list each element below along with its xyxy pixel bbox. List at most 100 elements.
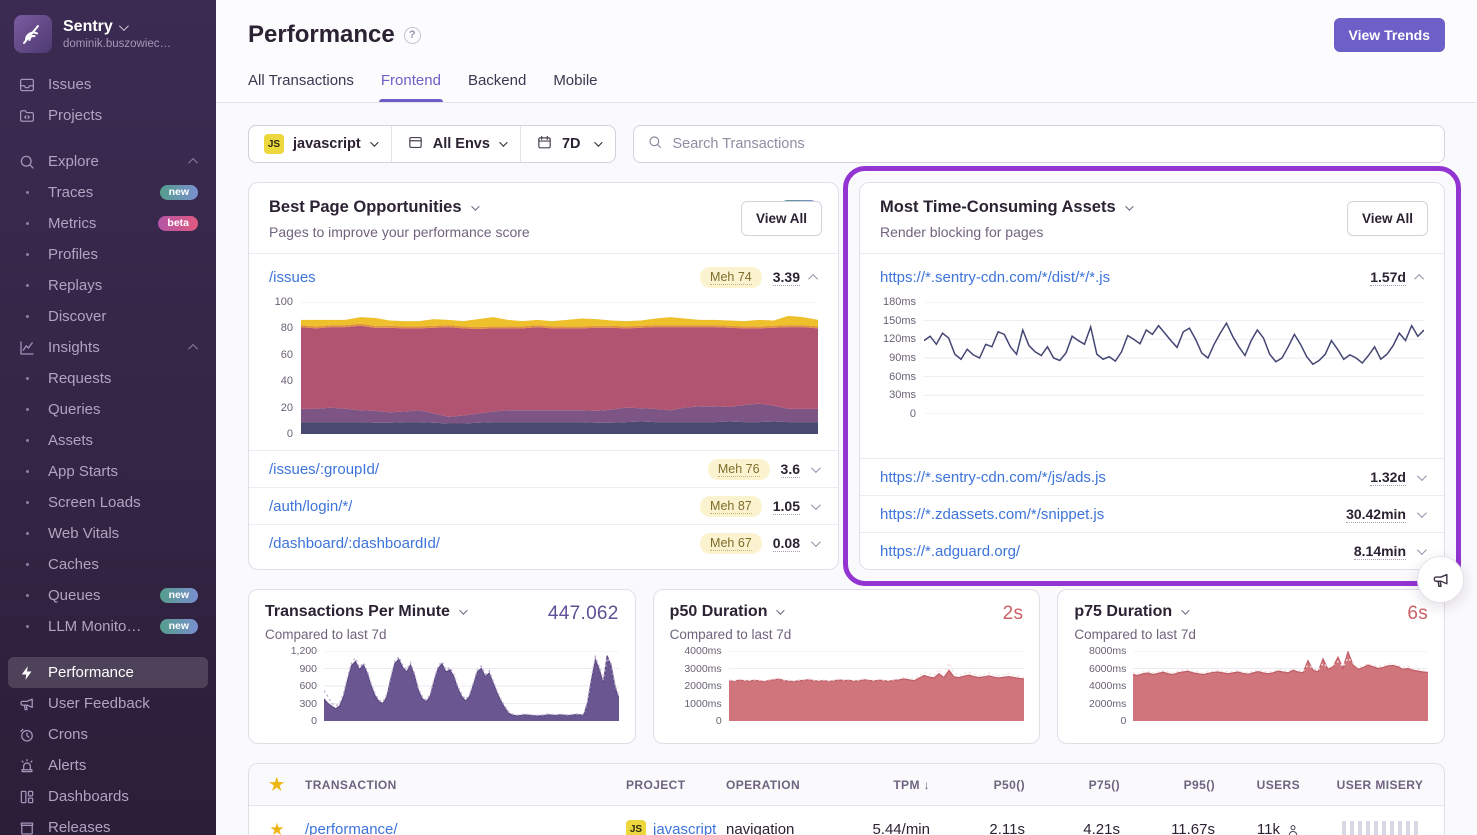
expand-chevron-icon[interactable] [1417,508,1427,518]
transaction-link[interactable]: /performance/ [305,821,626,835]
col-tpm[interactable]: TPM ↓ [846,778,946,792]
sidebar-item-releases[interactable]: Releases [8,812,208,835]
col-p95[interactable]: P95() [1136,778,1231,792]
expand-chevron-icon[interactable] [1417,545,1427,555]
opportunity-value[interactable]: 3.6 [781,461,800,478]
asset-time-value[interactable]: 30.42min [1346,506,1406,523]
sidebar-item-performance[interactable]: Performance [8,657,208,688]
view-all-button[interactable]: View All [741,201,822,236]
transaction-link[interactable]: /dashboard/:dashboardId/ [269,535,440,552]
col-p50[interactable]: P50() [946,778,1041,792]
sidebar-item-assets[interactable]: Assets [8,425,208,456]
sidebar-item-traces[interactable]: Traces new [8,177,208,208]
score-badge[interactable]: Meh 74 [700,267,762,288]
expand-chevron-icon[interactable] [811,537,821,547]
asset-time-value[interactable]: 1.57d [1370,269,1406,286]
sidebar-item-projects[interactable]: Projects [8,100,208,131]
sidebar: Sentry dominik.buszowiec… Issues Project… [0,0,216,835]
panel-title[interactable]: Transactions Per Minute [265,603,450,621]
sidebar-item-metrics[interactable]: Metrics beta [8,208,208,239]
bullet-dot [18,184,36,202]
sidebar-item-user-feedback[interactable]: User Feedback [8,688,208,719]
collapse-chevron-icon[interactable] [808,273,818,283]
collapse-chevron-icon[interactable] [1414,273,1424,283]
opportunity-value[interactable]: 3.39 [773,269,800,286]
star-icon[interactable]: ★ [249,776,305,793]
opportunity-value[interactable]: 0.08 [773,535,800,552]
asset-url-link[interactable]: https://*.adguard.org/ [880,543,1020,560]
panel-title[interactable]: Most Time-Consuming Assets [880,198,1116,217]
asset-time-value[interactable]: 8.14min [1354,543,1406,560]
opportunity-value[interactable]: 1.05 [773,498,800,515]
performance-score-chart: 100806040200 [249,296,838,450]
search-input[interactable] [672,136,1431,152]
panel-title[interactable]: p50 Duration [670,603,768,621]
panel-title[interactable]: Best Page Opportunities [269,198,462,217]
transaction-link[interactable]: /auth/login/*/ [269,498,352,515]
sidebar-item-discover[interactable]: Discover [8,301,208,332]
help-icon[interactable]: ? [404,27,421,44]
asset-url-link[interactable]: https://*.sentry-cdn.com/*/js/ads.js [880,469,1106,486]
sidebar-item-alerts[interactable]: Alerts [8,750,208,781]
sidebar-item-issues[interactable]: Issues [8,69,208,100]
sidebar-item-crons[interactable]: Crons [8,719,208,750]
tab-backend[interactable]: Backend [468,72,526,102]
col-project[interactable]: PROJECT [626,778,726,792]
score-badge[interactable]: Meh 67 [700,533,762,554]
sidebar-item-queues[interactable]: Queues new [8,580,208,611]
page-header: Performance ? View Trends All Transactio… [216,0,1477,103]
sidebar-item-queries[interactable]: Queries [8,394,208,425]
org-name[interactable]: Sentry [63,18,113,36]
view-all-button[interactable]: View All [1347,201,1428,236]
sidebar-item-requests[interactable]: Requests [8,363,208,394]
sidebar-item-screen-loads[interactable]: Screen Loads [8,487,208,518]
chevron-down-icon[interactable] [1125,202,1133,210]
expand-chevron-icon[interactable] [811,500,821,510]
project-cell[interactable]: JS javascript [626,820,726,835]
chevron-down-icon[interactable] [1181,606,1189,614]
project-filter[interactable]: JS javascript [249,126,392,162]
col-transaction[interactable]: TRANSACTION [305,778,626,792]
chevron-down-icon[interactable] [777,606,785,614]
col-user-misery[interactable]: USER MISERY [1316,778,1444,792]
sidebar-item-profiles[interactable]: Profiles [8,239,208,270]
col-operation[interactable]: OPERATION [726,778,846,792]
score-badge[interactable]: Meh 76 [708,459,770,480]
panel-subtitle: Pages to improve your performance score [269,224,818,240]
environment-filter[interactable]: All Envs [392,126,521,162]
megaphone-icon [18,695,36,713]
view-trends-button[interactable]: View Trends [1334,18,1445,52]
tab-all-transactions[interactable]: All Transactions [248,72,354,102]
asset-url-link[interactable]: https://*.sentry-cdn.com/*/dist/*/*.js [880,269,1110,286]
sidebar-item-web-vitals[interactable]: Web Vitals [8,518,208,549]
chevron-down-icon[interactable] [459,606,467,614]
transaction-link[interactable]: /issues/:groupId/ [269,461,379,478]
collapse-chevron-icon[interactable] [188,344,198,354]
date-range-filter[interactable]: 7D [521,126,616,162]
tab-mobile[interactable]: Mobile [553,72,597,102]
sidebar-item-explore[interactable]: Explore [8,146,208,177]
panel-title[interactable]: p75 Duration [1074,603,1172,621]
lightning-icon [18,664,36,682]
sidebar-item-caches[interactable]: Caches [8,549,208,580]
sidebar-item-app-starts[interactable]: App Starts [8,456,208,487]
feedback-fab-button[interactable] [1417,556,1464,603]
sidebar-item-dashboards[interactable]: Dashboards [8,781,208,812]
megaphone-icon [1431,570,1451,590]
sidebar-item-insights[interactable]: Insights [8,332,208,363]
collapse-chevron-icon[interactable] [188,158,198,168]
asset-url-link[interactable]: https://*.zdassets.com/*/snippet.js [880,506,1104,523]
expand-chevron-icon[interactable] [811,463,821,473]
expand-chevron-icon[interactable] [1417,471,1427,481]
col-p75[interactable]: P75() [1041,778,1136,792]
sidebar-item-llm-monitoring[interactable]: LLM Monito… new [8,611,208,642]
sidebar-item-replays[interactable]: Replays [8,270,208,301]
transaction-link[interactable]: /issues [269,269,316,286]
col-users[interactable]: USERS [1231,778,1316,792]
chevron-down-icon[interactable] [471,202,479,210]
tab-frontend[interactable]: Frontend [381,72,441,102]
asset-time-value[interactable]: 1.32d [1370,469,1406,486]
org-header[interactable]: Sentry dominik.buszowiec… [0,0,216,61]
favorite-star-icon[interactable]: ★ [249,821,305,835]
score-badge[interactable]: Meh 87 [700,496,762,517]
